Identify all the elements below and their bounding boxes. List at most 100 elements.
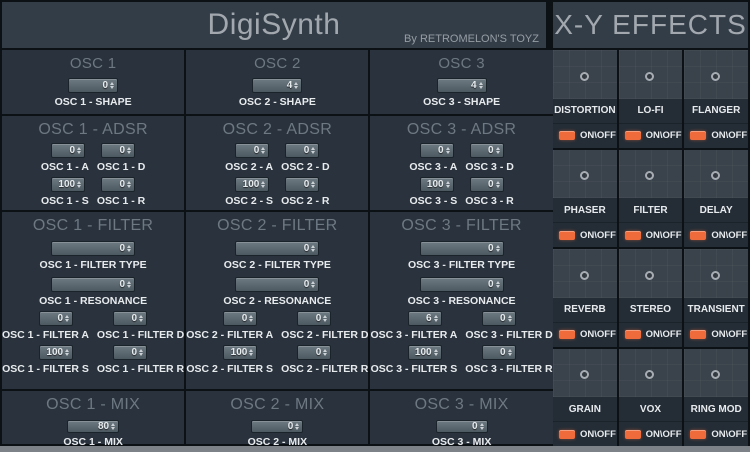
- osc3-mix-stepper[interactable]: 0: [435, 420, 488, 433]
- flanger-onoff-toggle[interactable]: ON\OFF: [684, 122, 748, 148]
- spinner-icon: [495, 281, 500, 288]
- osc3-release-value: 0: [488, 179, 494, 190]
- spinner-icon: [311, 181, 316, 188]
- phaser-xy-pad[interactable]: [553, 149, 617, 198]
- osc1-mix-value: 80: [97, 421, 110, 432]
- osc1-filter-d-stepper[interactable]: 0: [113, 311, 148, 326]
- osc2-filter-type-value: 0: [303, 243, 310, 254]
- osc2-sustain-label: OSC 2 - S: [225, 195, 274, 207]
- osc2-shape-stepper[interactable]: 4: [252, 78, 303, 93]
- delay-xy-pad[interactable]: [684, 149, 748, 198]
- osc1-shape-stepper[interactable]: 0: [68, 78, 119, 93]
- osc3-shape-section: OSC 3 4 OSC 3 - SHAPE: [370, 50, 553, 114]
- osc1-resonance-value: 0: [119, 279, 126, 290]
- phaser-onoff-toggle[interactable]: ON\OFF: [553, 222, 617, 247]
- osc3-sustain-stepper[interactable]: 100: [419, 177, 454, 192]
- osc3-filter-type-stepper[interactable]: 0: [419, 241, 504, 256]
- filter-xy-pad[interactable]: [618, 149, 683, 198]
- osc3-filter-r-stepper[interactable]: 0: [481, 345, 516, 360]
- distortion-xy-pad[interactable]: [553, 50, 617, 99]
- osc2-mix-stepper[interactable]: 0: [251, 420, 304, 433]
- osc1-filter-d-label: OSC 1 - FILTER D: [96, 329, 185, 341]
- window-bottom-edge: [0, 446, 750, 452]
- osc2-filter-d-stepper[interactable]: 0: [297, 311, 332, 326]
- lofi-xy-pad[interactable]: [618, 50, 683, 99]
- delay-onoff-toggle[interactable]: ON\OFF: [684, 222, 748, 247]
- osc2-filter-sr-steppers: 100 0: [223, 345, 332, 360]
- ringmod-onoff-toggle[interactable]: ON\OFF: [684, 421, 748, 446]
- osc1-filter-ad-steppers: 0 0: [39, 311, 148, 326]
- osc2-filter-title: OSC 2 - FILTER: [217, 217, 338, 234]
- osc2-filter-a-stepper[interactable]: 0: [223, 311, 258, 326]
- led-icon: [624, 330, 641, 339]
- osc1-filter-r-stepper[interactable]: 0: [113, 345, 148, 360]
- osc2-filter-ad-labels: OSC 2 - FILTER A OSC 2 - FILTER D: [186, 326, 368, 341]
- transient-xy-pad[interactable]: [684, 249, 748, 298]
- filter-onoff-toggle[interactable]: ON\OFF: [618, 222, 683, 247]
- osc3-attack-stepper[interactable]: 0: [419, 143, 454, 158]
- vox-onoff-toggle[interactable]: ON\OFF: [618, 421, 683, 446]
- osc1-decay-value: 0: [119, 145, 126, 156]
- byline: By RETROMELON'S TOYZ: [404, 33, 539, 45]
- osc2-sr-steppers: 100 0: [235, 177, 320, 192]
- osc1-filter-s-stepper[interactable]: 100: [39, 345, 74, 360]
- osc1-sustain-stepper[interactable]: 100: [51, 177, 86, 192]
- osc3-filter-s-stepper[interactable]: 100: [407, 345, 442, 360]
- osc1-filter-sr-steppers: 100 0: [39, 345, 148, 360]
- osc3-resonance-stepper[interactable]: 0: [419, 277, 504, 292]
- fx-label: GRAIN: [553, 397, 617, 421]
- xy-marker-icon: [579, 171, 589, 181]
- osc2-filter-r-stepper[interactable]: 0: [297, 345, 332, 360]
- osc2-shape-value: 4: [286, 80, 293, 91]
- spinner-icon: [65, 349, 70, 356]
- osc1-mix-stepper[interactable]: 80: [67, 420, 120, 433]
- distortion-onoff-toggle[interactable]: ON\OFF: [553, 122, 617, 148]
- vox-xy-pad[interactable]: [618, 348, 683, 397]
- fx-cell-flanger: FLANGER ON\OFF: [684, 50, 748, 148]
- reverb-onoff-toggle[interactable]: ON\OFF: [553, 321, 617, 347]
- osc3-filter-type-value: 0: [488, 243, 494, 254]
- plugin-window: DigiSynth By RETROMELON'S TOYZ OSC 1 0 O…: [0, 0, 750, 452]
- osc2-sr-labels: OSC 2 - S OSC 2 - R: [225, 192, 329, 207]
- osc3-release-stepper[interactable]: 0: [469, 177, 504, 192]
- grain-xy-pad[interactable]: [553, 348, 617, 397]
- osc1-decay-stepper[interactable]: 0: [101, 143, 136, 158]
- fx-grid: DISTORTION ON\OFF LO-FI ON\OFF FLANGER O…: [553, 50, 748, 446]
- osc2-filter-s-stepper[interactable]: 100: [223, 345, 258, 360]
- osc2-filter-ad-steppers: 0 0: [223, 311, 332, 326]
- reverb-xy-pad[interactable]: [553, 249, 617, 298]
- osc1-release-value: 0: [119, 179, 126, 190]
- xy-effects-panel: X-Y EFFECTS DISTORTION ON\OFF LO-FI ON\O…: [551, 0, 750, 446]
- flanger-xy-pad[interactable]: [684, 50, 748, 99]
- osc1-filter-a-stepper[interactable]: 0: [39, 311, 74, 326]
- osc3-sustain-value: 100: [426, 179, 444, 190]
- stereo-xy-pad[interactable]: [618, 249, 683, 298]
- osc2-release-stepper[interactable]: 0: [285, 177, 320, 192]
- fx-title-bar: X-Y EFFECTS: [553, 2, 748, 48]
- osc3-shape-stepper[interactable]: 4: [436, 78, 487, 93]
- osc2-sustain-stepper[interactable]: 100: [235, 177, 270, 192]
- osc1-release-stepper[interactable]: 0: [101, 177, 136, 192]
- osc2-resonance-stepper[interactable]: 0: [235, 277, 320, 292]
- lofi-onoff-toggle[interactable]: ON\OFF: [618, 122, 683, 148]
- fx-label: DISTORTION: [553, 98, 617, 123]
- stereo-onoff-toggle[interactable]: ON\OFF: [618, 321, 683, 347]
- osc3-shape-value: 4: [471, 80, 477, 91]
- osc3-filter-section: OSC 3 - FILTER 0 OSC 3 - FILTER TYPE 0 O…: [370, 212, 553, 389]
- osc3-sr-labels: OSC 3 - S OSC 3 - R: [409, 192, 513, 207]
- osc3-filter-d-stepper[interactable]: 0: [481, 311, 516, 326]
- ringmod-xy-pad[interactable]: [684, 348, 748, 397]
- osc3-decay-stepper[interactable]: 0: [469, 143, 504, 158]
- osc2-decay-stepper[interactable]: 0: [285, 143, 320, 158]
- osc2-filter-type-stepper[interactable]: 0: [235, 241, 320, 256]
- osc1-resonance-stepper[interactable]: 0: [51, 277, 136, 292]
- osc1-filter-type-stepper[interactable]: 0: [51, 241, 136, 256]
- osc3-filter-a-stepper[interactable]: 6: [407, 311, 442, 326]
- osc2-attack-stepper[interactable]: 0: [235, 143, 270, 158]
- osc3-filter-ad-labels: OSC 3 - FILTER A OSC 3 - FILTER D: [370, 326, 552, 341]
- grain-onoff-toggle[interactable]: ON\OFF: [553, 421, 617, 446]
- osc1-attack-stepper[interactable]: 0: [51, 143, 86, 158]
- osc2-filter-a-label: OSC 2 - FILTER A: [186, 329, 274, 341]
- fx-label: PHASER: [553, 198, 617, 222]
- transient-onoff-toggle[interactable]: ON\OFF: [684, 321, 748, 347]
